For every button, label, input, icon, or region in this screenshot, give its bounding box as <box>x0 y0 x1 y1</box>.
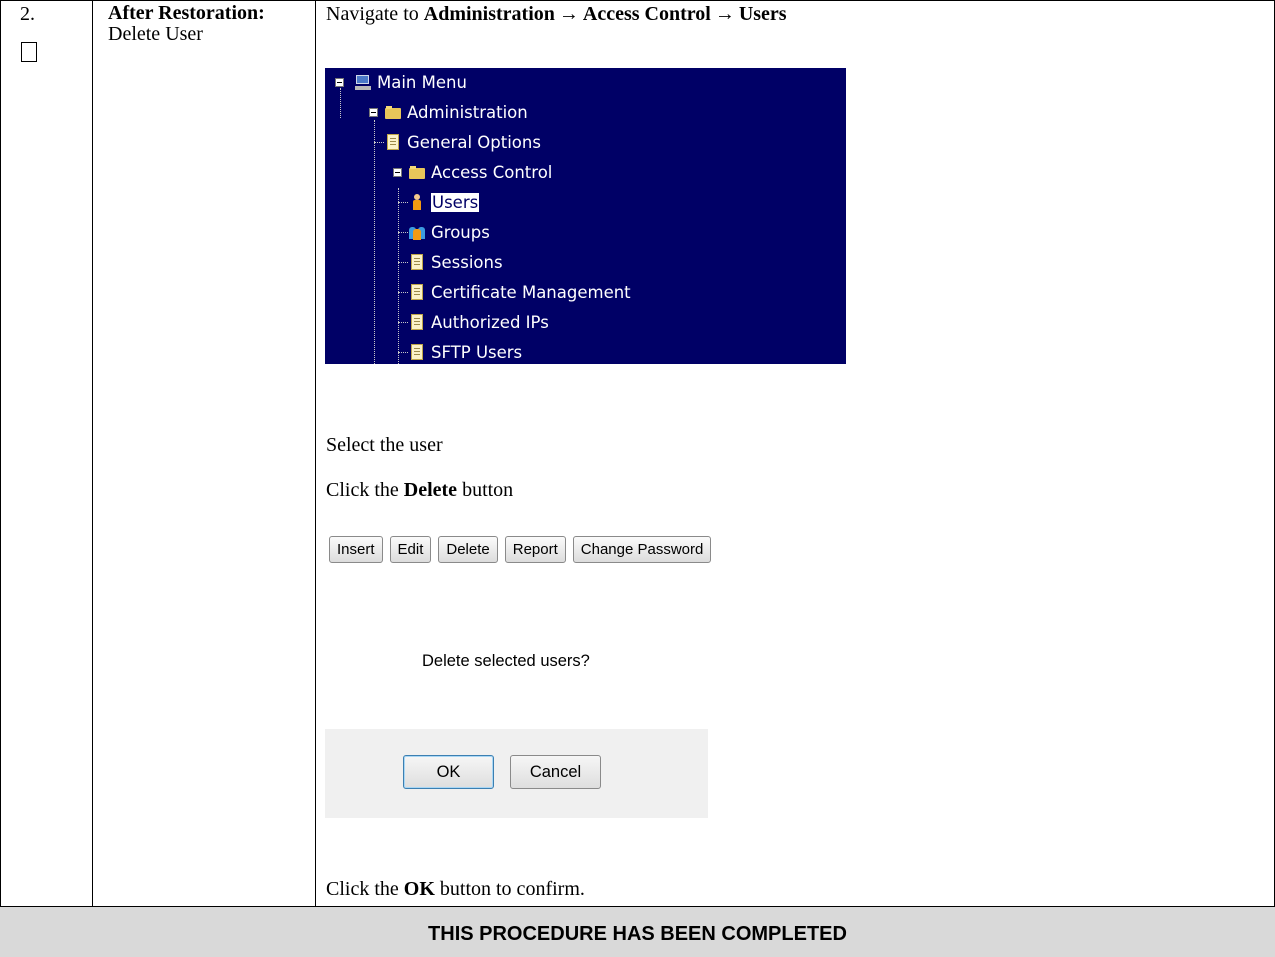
computer-icon <box>355 74 371 91</box>
tree-item-main-menu[interactable]: Main Menu <box>355 70 467 94</box>
tree-item-administration[interactable]: Administration <box>385 100 528 124</box>
nav-path-1: Administration <box>423 3 555 25</box>
tree-connector <box>398 352 408 353</box>
tree-connector <box>398 188 399 364</box>
tree-item-label: SFTP Users <box>431 342 523 362</box>
tree-item-sftp-users[interactable]: SFTP Users <box>409 340 522 364</box>
confirm-dialog-button-panel: OK Cancel <box>325 729 708 818</box>
instruction-bold: Delete <box>403 479 458 501</box>
collapse-toggle-icon[interactable] <box>369 108 378 117</box>
nav-arrow-1: → <box>558 3 579 25</box>
procedure-complete-text: THIS PROCEDURE HAS BEEN COMPLETED <box>428 923 847 945</box>
collapse-toggle-icon[interactable] <box>393 168 402 177</box>
ok-button[interactable]: OK <box>403 755 494 789</box>
tree-item-general-options[interactable]: General Options <box>385 130 541 154</box>
tree-item-users[interactable]: Users <box>409 190 480 214</box>
tree-connector <box>398 322 408 323</box>
nav-path-3: Users <box>738 3 787 25</box>
tree-connector <box>398 232 408 233</box>
tree-item-label: Groups <box>431 222 490 242</box>
tree-connector <box>374 142 384 143</box>
change-password-button[interactable]: Change Password <box>572 536 712 563</box>
step-number: 2. <box>20 3 35 25</box>
folder-icon <box>409 164 425 181</box>
tree-item-label: Sessions <box>431 252 503 272</box>
tree-item-label: Access Control <box>431 162 553 182</box>
insert-button[interactable]: Insert <box>329 536 383 563</box>
tree-connector <box>398 262 408 263</box>
click-delete-instruction: Click the Delete button <box>326 479 513 502</box>
tree-connector <box>374 120 375 364</box>
tree-connector <box>398 202 408 203</box>
select-user-instruction: Select the user <box>326 434 443 456</box>
column-divider-2 <box>315 0 316 907</box>
nav-arrow-2: → <box>714 3 735 25</box>
main-menu-tree: Main Menu Administration General Options… <box>325 68 846 364</box>
tree-item-label: Administration <box>407 102 528 122</box>
column-divider-1 <box>92 0 93 907</box>
table-top-border <box>0 0 1275 1</box>
collapse-toggle-icon[interactable] <box>335 78 344 87</box>
tree-item-label: Certificate Management <box>431 282 631 302</box>
table-left-border <box>0 0 1 957</box>
nav-path-2: Access Control <box>582 3 711 25</box>
tree-item-authorized-ips[interactable]: Authorized IPs <box>409 310 549 334</box>
instruction-text: button to confirm. <box>439 878 585 900</box>
tree-connector <box>398 292 408 293</box>
document-icon <box>409 343 425 361</box>
document-icon <box>385 133 401 151</box>
group-icon <box>409 224 425 241</box>
user-icon <box>409 193 425 211</box>
report-button[interactable]: Report <box>504 536 566 563</box>
step-title-normal: Delete User <box>108 23 203 45</box>
user-action-toolbar: Insert Edit Delete Report Change Passwor… <box>329 536 712 563</box>
delete-button[interactable]: Delete <box>438 536 498 563</box>
tree-item-label: Main Menu <box>377 72 467 92</box>
nav-prefix: Navigate to <box>326 3 419 25</box>
delete-confirm-message: Delete selected users? <box>422 652 590 670</box>
step-title: After Restoration: Delete User <box>108 3 288 45</box>
tree-item-access-control[interactable]: Access Control <box>409 160 552 184</box>
instruction-text: button <box>462 479 514 501</box>
click-ok-instruction: Click the OK button to confirm. <box>326 878 585 901</box>
document-icon <box>409 313 425 331</box>
tree-item-groups[interactable]: Groups <box>409 220 490 244</box>
tree-item-sessions[interactable]: Sessions <box>409 250 503 274</box>
instruction-text: Click the <box>326 878 399 900</box>
tree-item-label: General Options <box>407 132 541 152</box>
tree-connector <box>340 88 341 118</box>
step-checkbox[interactable] <box>21 42 37 62</box>
cancel-button[interactable]: Cancel <box>510 755 601 789</box>
step-title-bold: After Restoration: <box>108 2 265 24</box>
edit-button[interactable]: Edit <box>389 536 432 563</box>
tree-item-certificate-management[interactable]: Certificate Management <box>409 280 631 304</box>
document-icon <box>409 253 425 271</box>
procedure-complete-footer: THIS PROCEDURE HAS BEEN COMPLETED <box>0 907 1275 957</box>
navigation-instruction: Navigate to Administration → Access Contro… <box>326 3 787 26</box>
tree-item-label: Users <box>431 192 480 212</box>
document-icon <box>409 283 425 301</box>
folder-icon <box>385 104 401 121</box>
instruction-bold: OK <box>403 878 435 900</box>
instruction-text: Click the <box>326 479 399 501</box>
tree-item-label: Authorized IPs <box>431 312 549 332</box>
